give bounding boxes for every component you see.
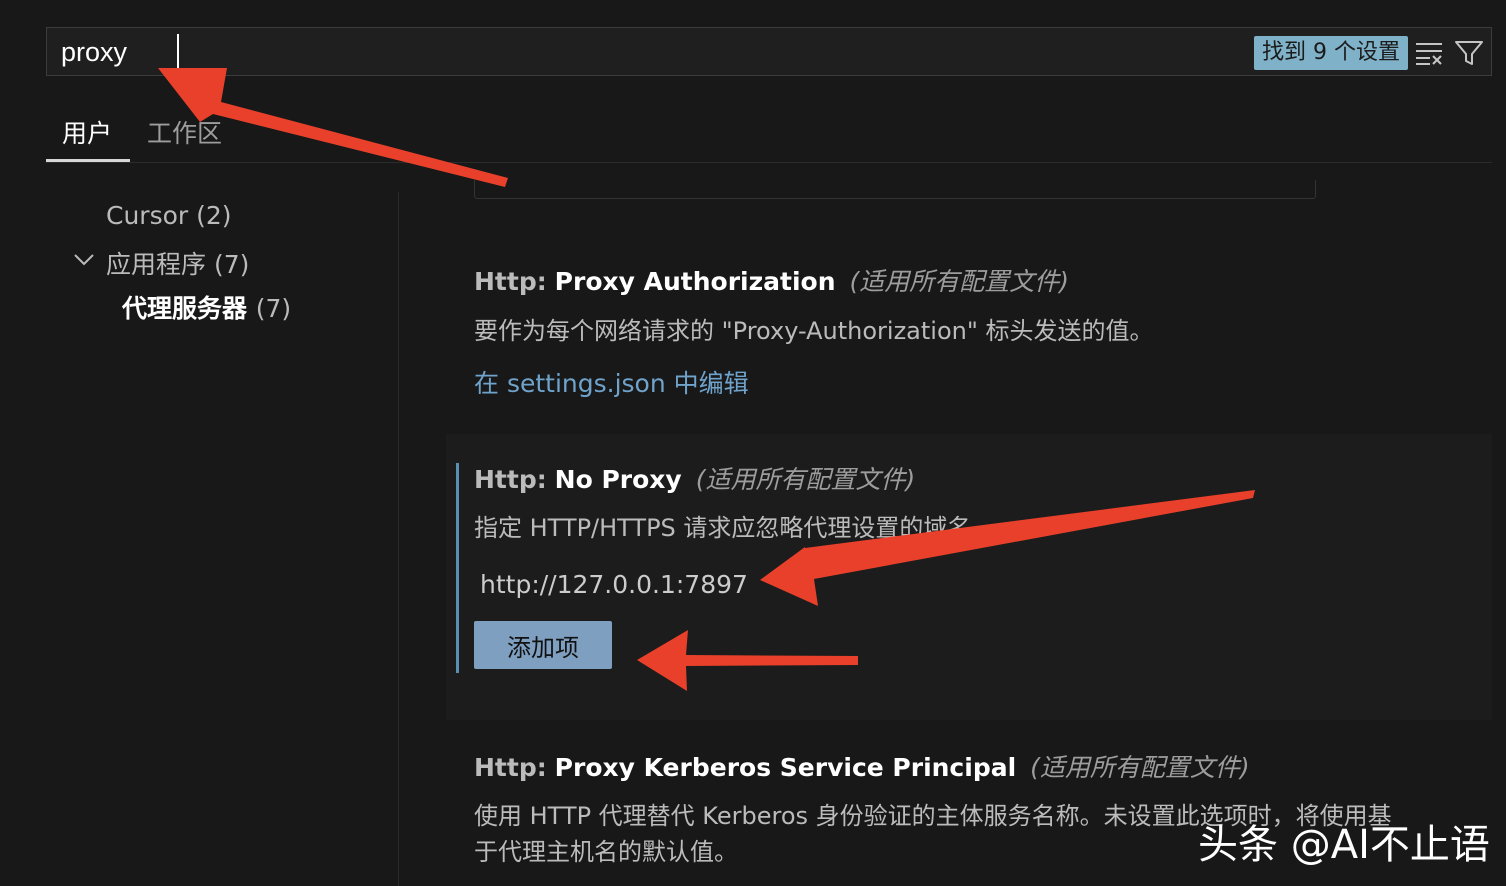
previous-setting-edge [474,180,1316,199]
setting-description: 于代理主机名的默认值。 [474,838,738,866]
setting-name: Proxy Authorization [554,267,836,296]
toc-divider [398,192,399,886]
setting-name: No Proxy [554,465,682,494]
search-input[interactable] [61,36,1211,68]
setting-category: Http: [474,753,547,782]
setting-scope: (适用所有配置文件) [1030,753,1250,782]
tab-workspace[interactable]: 工作区 [147,114,222,150]
filter-icon[interactable] [1453,38,1485,68]
toc-item-label: 代理服务器 [122,294,248,323]
add-item-button[interactable]: 添加项 [474,621,612,669]
toc-item-cursor[interactable]: Cursor (2) [106,201,232,230]
setting-scope: (适用所有配置文件) [849,267,1070,296]
settings-search-box[interactable]: 找到 9 个设置 [46,27,1492,76]
focus-indicator [456,463,459,673]
no-proxy-list-item[interactable]: http://127.0.0.1:7897 [480,570,748,599]
toc-item-count: (7) [213,250,250,279]
setting-category: Http: [474,267,547,296]
toc-item-label: 应用程序 [106,250,207,279]
toc-item-label: Cursor [106,201,189,230]
setting-description: 指定 HTTP/HTTPS 请求应忽略代理设置的域名 [474,514,972,542]
setting-scope: (适用所有配置文件) [695,465,916,494]
result-count-badge: 找到 9 个设置 [1254,36,1408,70]
setting-name: Proxy Kerberos Service Principal [554,753,1017,782]
toc-item-application[interactable]: 应用程序 (7) [106,245,249,281]
clear-filter-icon[interactable] [1414,40,1444,66]
setting-title: Http: Proxy Authorization (适用所有配置文件) [474,262,1069,298]
toc-item-count: (2) [196,201,232,230]
setting-category: Http: [474,465,547,494]
setting-title: Http: No Proxy (适用所有配置文件) [474,460,915,496]
tabs-divider [46,162,1492,163]
toc-item-proxy-server[interactable]: 代理服务器 (7) [122,289,291,325]
toc-item-count: (7) [255,294,292,323]
setting-title: Http: Proxy Kerberos Service Principal (适… [474,748,1250,784]
edit-in-settings-json-link[interactable]: 在 settings.json 中编辑 [474,364,749,400]
setting-description: 要作为每个网络请求的 "Proxy-Authorization" 标头发送的值。 [474,317,1154,345]
tab-user[interactable]: 用户 [62,114,112,150]
watermark: 头条 @AI不止语 [1198,822,1490,868]
chevron-down-icon[interactable] [72,252,96,268]
text-cursor [177,34,179,70]
